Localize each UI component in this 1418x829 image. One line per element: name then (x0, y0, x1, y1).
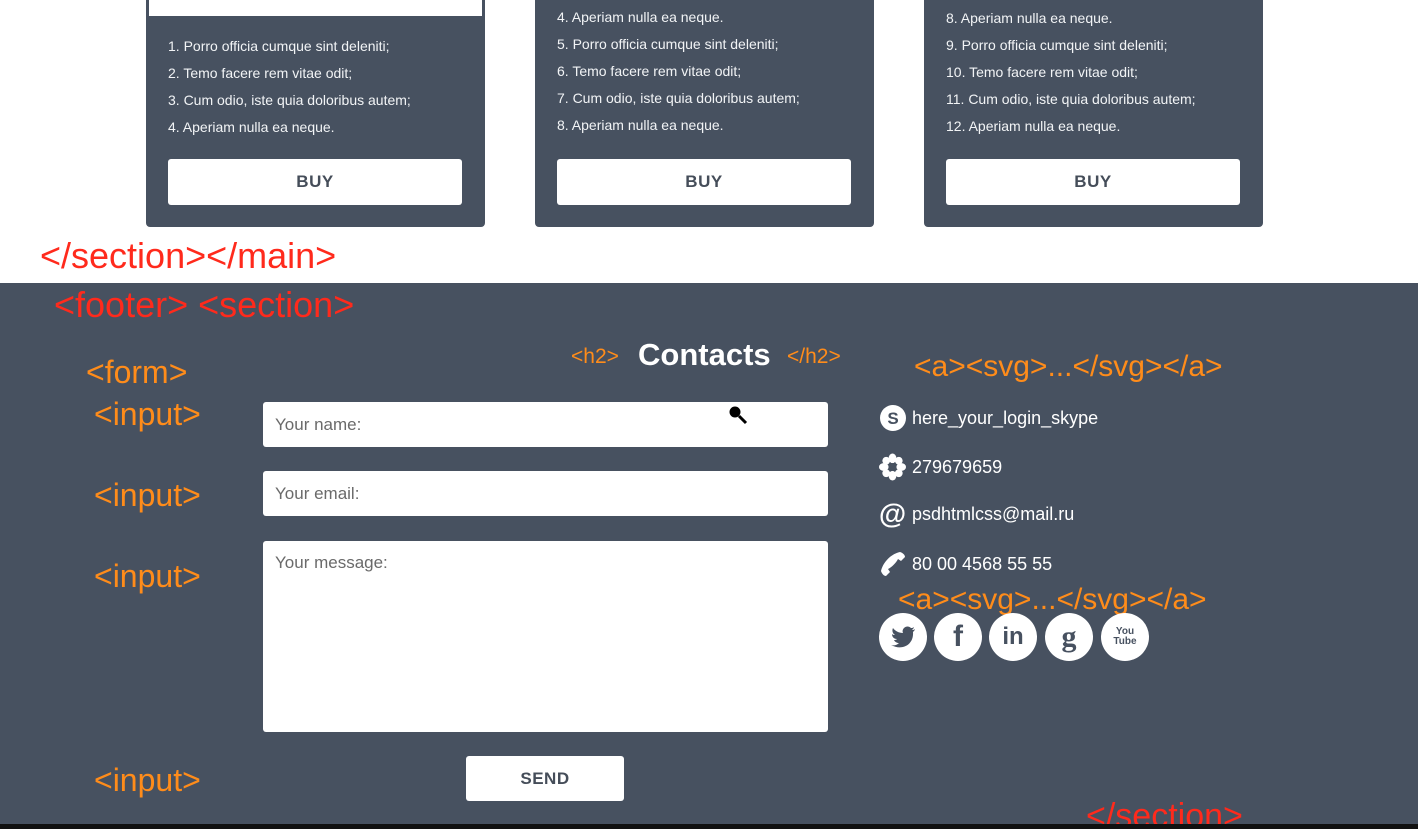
feature-list: 1. Porro officia cumque sint deleniti; 2… (146, 33, 485, 141)
page: 1. Porro officia cumque sint deleniti; 2… (0, 0, 1418, 829)
list-item: 8. Aperiam nulla ea neque. (557, 117, 724, 133)
facebook-icon[interactable]: f (934, 613, 982, 661)
email-link[interactable]: @ psdhtmlcss@mail.ru (878, 498, 1075, 529)
list-item: 9. Porro officia cumque sint deleniti; (946, 37, 1168, 53)
email-input[interactable] (263, 471, 828, 516)
linkedin-glyph: in (1002, 623, 1024, 650)
pricing-card: 8. Aperiam nulla ea neque. 9. Porro offi… (924, 0, 1263, 227)
send-button[interactable]: SEND (466, 756, 624, 801)
youtube-glyph: You Tube (1113, 626, 1137, 647)
card-header (148, 0, 483, 17)
list-item: 12. Aperiam nulla ea neque. (946, 118, 1121, 134)
feature-list: 4. Aperiam nulla ea neque. 5. Porro offi… (535, 4, 874, 139)
phone-link[interactable]: 80 00 4568 55 55 (878, 549, 1052, 579)
list-item: 3. Cum odio, iste quia doloribus autem; (168, 92, 411, 108)
message-input[interactable] (263, 541, 828, 732)
list-item: 5. Porro officia cumque sint deleniti; (557, 36, 779, 52)
linkedin-icon[interactable]: in (989, 613, 1037, 661)
facebook-glyph: f (953, 620, 963, 653)
annotation-input: <input> (94, 477, 201, 513)
pricing-card: 4. Aperiam nulla ea neque. 5. Porro offi… (535, 0, 874, 227)
svg-text:S: S (887, 409, 898, 428)
list-item: 1. Porro officia cumque sint deleniti; (168, 38, 390, 54)
annotation-h2-close: </h2> (787, 345, 841, 368)
annotation-a-svg: <a><svg>...</svg></a> (914, 350, 1223, 383)
annotation-a-svg: <a><svg>...</svg></a> (898, 583, 1207, 616)
list-item: 4. Aperiam nulla ea neque. (168, 119, 335, 135)
annotation-h2-open: <h2> (571, 345, 619, 368)
list-item: 6. Temo facere rem vitae odit; (557, 63, 742, 79)
list-item: 2. Temo facere rem vitae odit; (168, 65, 353, 81)
list-item: 4. Aperiam nulla ea neque. (557, 9, 724, 25)
skype-icon: S (878, 404, 907, 433)
annotation-section-main-close: </section></main> (40, 235, 337, 276)
phone-number: 80 00 4568 55 55 (912, 553, 1053, 574)
list-item: 10. Temo facere rem vitae odit; (946, 64, 1138, 80)
buy-button[interactable]: BUY (557, 159, 851, 205)
youtube-icon[interactable]: You Tube (1101, 613, 1149, 661)
annotation-input: <input> (94, 558, 201, 594)
skype-login: here_your_login_skype (912, 407, 1099, 428)
pricing-card: 1. Porro officia cumque sint deleniti; 2… (146, 0, 485, 227)
buy-button[interactable]: BUY (946, 159, 1240, 205)
annotation-form-open: <form> (86, 354, 188, 390)
email-address: psdhtmlcss@mail.ru (912, 503, 1075, 524)
twitter-icon[interactable] (879, 613, 927, 661)
list-item: 7. Cum odio, iste quia doloribus autem; (557, 90, 800, 106)
icq-number: 279679659 (912, 456, 1003, 477)
annotation-input: <input> (94, 762, 201, 798)
phone-icon (878, 550, 907, 579)
google-icon[interactable]: g (1045, 613, 1093, 661)
magnifier-cursor-icon (728, 405, 748, 425)
annotation-footer-section-open: <footer> <section> (54, 284, 355, 325)
skype-link[interactable]: S here_your_login_skype (878, 403, 1098, 433)
icq-link[interactable]: 279679659 (878, 452, 1002, 482)
buy-button[interactable]: BUY (168, 159, 462, 205)
feature-list: 8. Aperiam nulla ea neque. 9. Porro offi… (924, 5, 1263, 140)
bottom-edge (0, 824, 1418, 829)
icq-flower-icon (878, 453, 907, 482)
contacts-heading: Contacts (638, 337, 771, 372)
list-item: 11. Cum odio, iste quia doloribus autem; (946, 91, 1196, 107)
annotation-input: <input> (94, 396, 201, 432)
at-sign-icon: @ (878, 498, 907, 529)
list-item: 8. Aperiam nulla ea neque. (946, 10, 1113, 26)
google-glyph: g (1061, 620, 1077, 653)
